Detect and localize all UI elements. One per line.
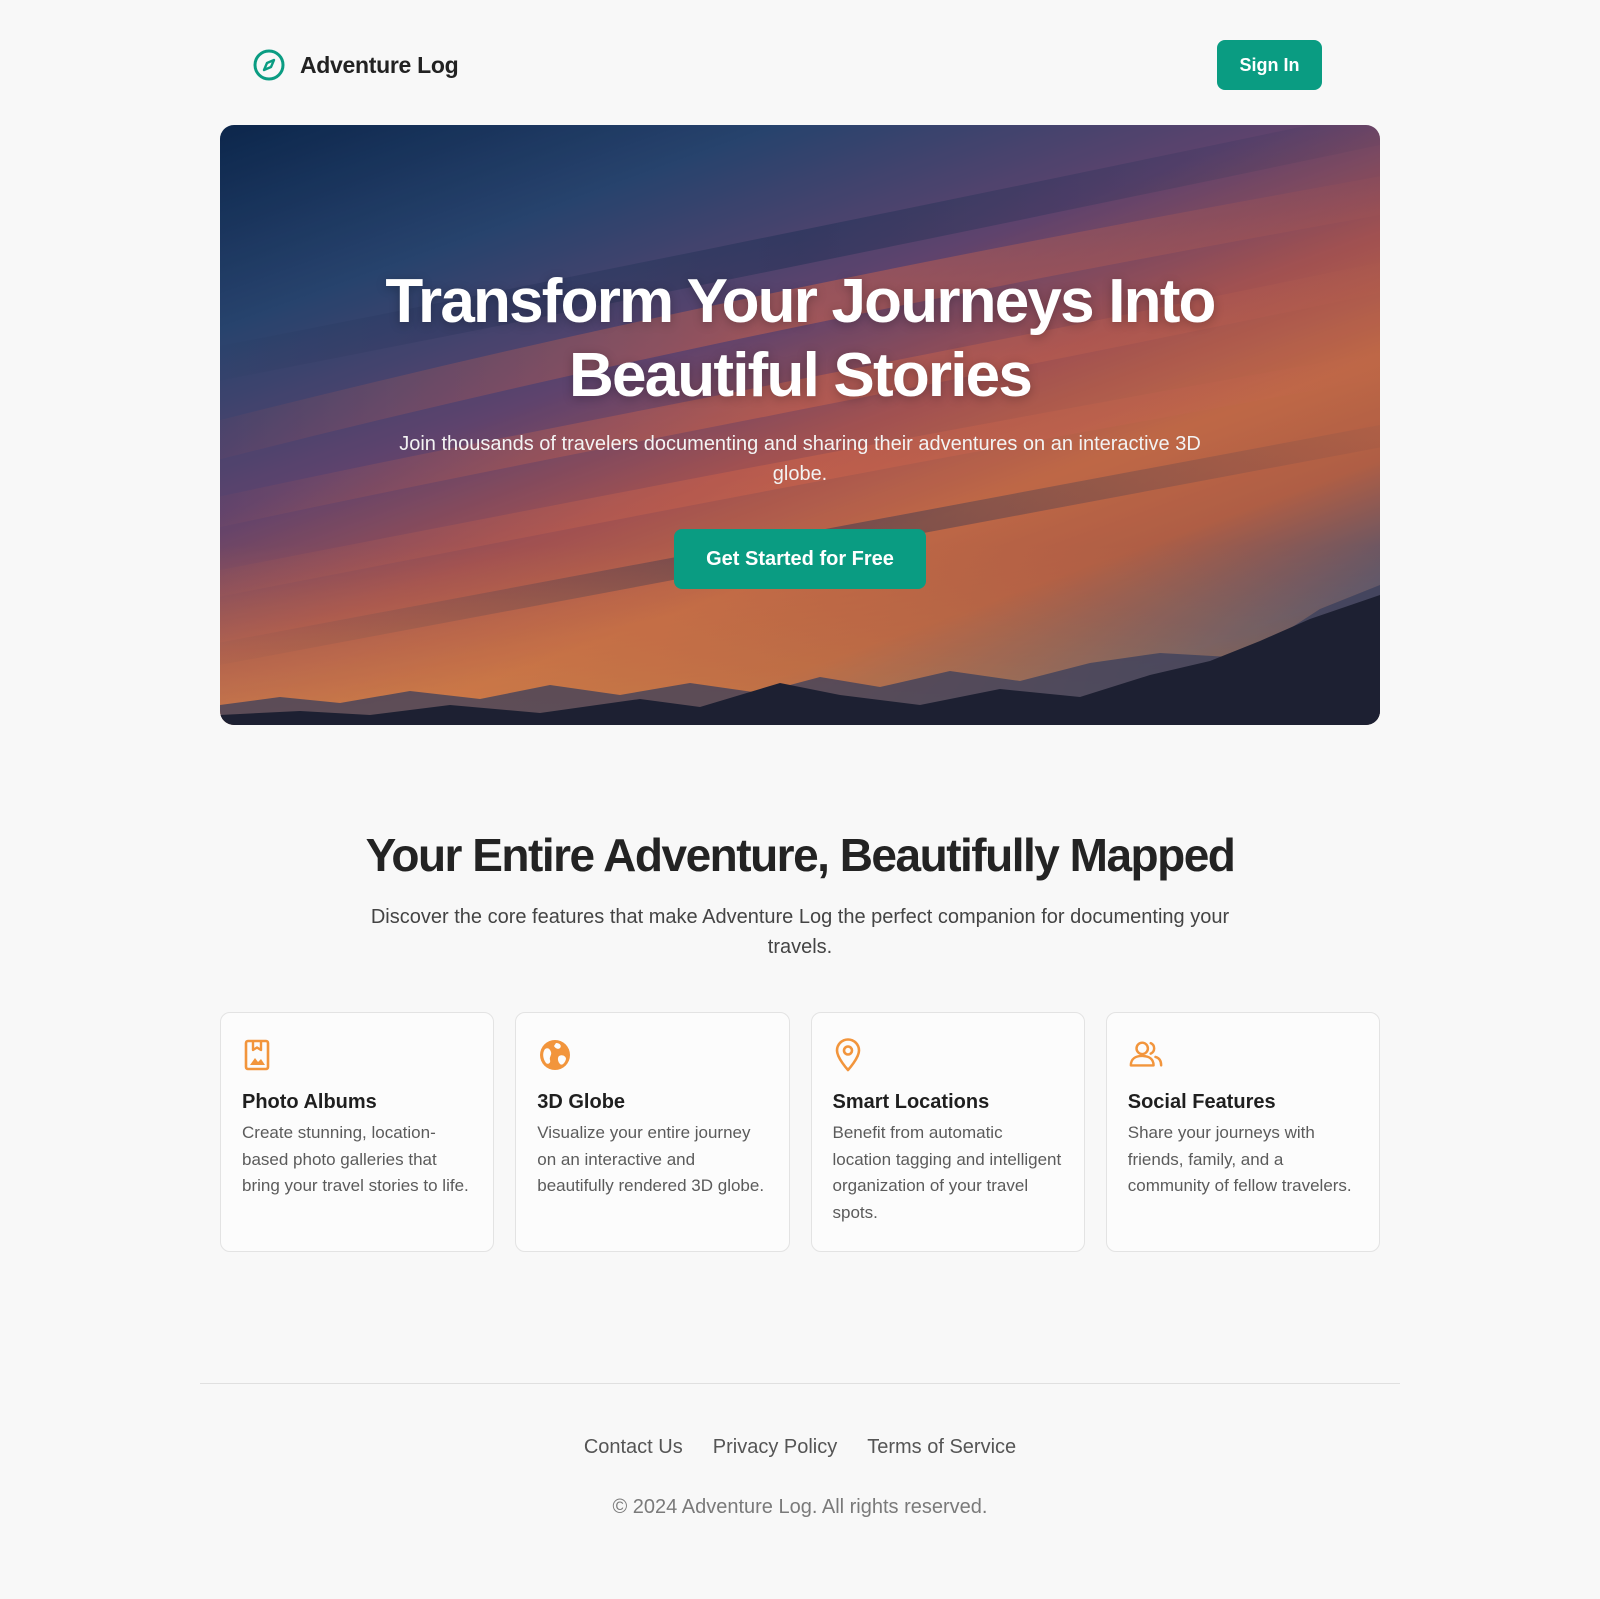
- site-header: Adventure Log Sign In: [220, 40, 1350, 90]
- compass-icon: [252, 48, 286, 82]
- feature-description: Share your journeys with friends, family…: [1127, 1123, 1352, 1195]
- landing-page: Adventure Log Sign In Transform Your Jou…: [0, 0, 1600, 1599]
- feature-card-photo-albums: Photo Albums Create stunning, location-b…: [220, 1012, 495, 1252]
- hero-title: Transform Your Journeys Into Beautiful S…: [385, 267, 1216, 410]
- photo-album-icon: [242, 1037, 278, 1073]
- hero-subtitle: Join thousands of travelers documenting …: [399, 433, 1201, 485]
- feature-cards: Photo Albums Create stunning, location-b…: [220, 1012, 1380, 1252]
- footer-links: Contact Us Privacy Policy Terms of Servi…: [0, 1436, 1600, 1459]
- feature-title: Social Features: [1127, 1091, 1276, 1113]
- features-subtitle: Discover the core features that make Adv…: [370, 906, 1230, 958]
- mountain-silhouette: [220, 585, 1380, 725]
- copyright-text: © 2024 Adventure Log. All rights reserve…: [612, 1496, 988, 1518]
- hero-banner: Transform Your Journeys Into Beautiful S…: [220, 125, 1380, 725]
- contact-us-link[interactable]: Contact Us: [584, 1436, 683, 1459]
- footer-divider: [200, 1383, 1400, 1384]
- terms-of-service-link[interactable]: Terms of Service: [867, 1436, 1016, 1459]
- feature-description: Benefit from automatic location tagging …: [832, 1123, 1062, 1222]
- feature-card-3d-globe: 3D Globe Visualize your entire journey o…: [515, 1012, 790, 1252]
- feature-card-smart-locations: Smart Locations Benefit from automatic l…: [810, 1012, 1085, 1252]
- feature-title: Smart Locations: [832, 1091, 990, 1113]
- feature-title: 3D Globe: [537, 1091, 626, 1113]
- features-title: Your Entire Adventure, Beautifully Mappe…: [365, 829, 1236, 881]
- feature-description: Visualize your entire journey on an inte…: [537, 1123, 765, 1195]
- sign-in-button[interactable]: Sign In: [1217, 40, 1322, 90]
- brand-name: Adventure Log: [300, 51, 459, 78]
- hero-content: Transform Your Journeys Into Beautiful S…: [220, 265, 1380, 589]
- users-icon: [1128, 1037, 1164, 1073]
- feature-title: Photo Albums: [242, 1091, 377, 1113]
- feature-description: Create stunning, location-based photo ga…: [242, 1123, 469, 1195]
- globe-icon: [537, 1037, 573, 1073]
- map-pin-icon: [833, 1037, 869, 1073]
- brand[interactable]: Adventure Log: [252, 48, 459, 82]
- get-started-button[interactable]: Get Started for Free: [674, 529, 926, 589]
- privacy-policy-link[interactable]: Privacy Policy: [713, 1436, 837, 1459]
- feature-card-social-features: Social Features Share your journeys with…: [1105, 1012, 1380, 1252]
